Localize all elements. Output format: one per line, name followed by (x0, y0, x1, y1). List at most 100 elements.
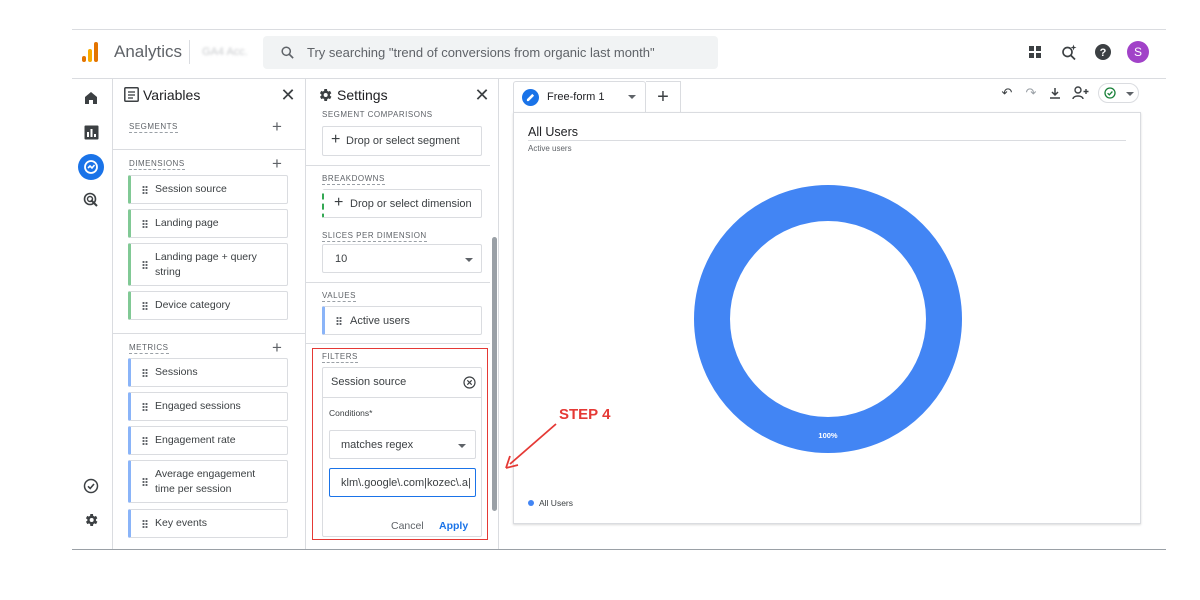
settings-gear-icon (319, 89, 332, 101)
variables-icon (124, 87, 139, 102)
status-check-dropdown[interactable] (1098, 83, 1139, 103)
drag-handle-icon[interactable] (142, 519, 148, 528)
account-selector[interactable]: GA4 Acc. (202, 46, 248, 58)
metric-chip[interactable]: Engagement rate (128, 426, 288, 455)
search-bar[interactable]: Try searching "trend of conversions from… (263, 36, 718, 69)
settings-title: Settings (337, 87, 388, 103)
download-icon[interactable] (1048, 86, 1062, 100)
step-annotation-label: STEP 4 (559, 406, 611, 423)
add-icon: + (331, 131, 341, 148)
header-divider (72, 78, 1166, 79)
chart-card: All Users Active users 100% All Users (513, 112, 1141, 524)
metric-chip[interactable]: Engaged sessions (128, 392, 288, 421)
segment-comparisons-clip: SEGMENT COMPARISONS (306, 108, 490, 118)
check-circle-icon (1104, 87, 1116, 99)
add-tab-button[interactable]: + (646, 81, 681, 113)
donut-slice[interactable] (694, 185, 962, 453)
pencil-icon (522, 89, 539, 106)
svg-text:?: ? (1100, 47, 1107, 59)
reports-icon[interactable] (80, 121, 102, 143)
title-separator (189, 40, 190, 64)
legend-swatch (528, 500, 534, 506)
settings-divider (498, 79, 499, 549)
dimension-label: Device category (155, 299, 231, 312)
admin-gear-icon[interactable] (80, 509, 102, 531)
tab-free-form-1[interactable]: Free-form 1 (513, 81, 646, 113)
dimension-chip[interactable]: Landing page (128, 209, 288, 238)
drag-handle-icon[interactable] (142, 301, 148, 310)
metric-label: Average engagement time per session (155, 468, 256, 495)
drag-handle-icon[interactable] (142, 368, 148, 377)
slices-select[interactable]: 10 (322, 244, 482, 273)
analytics-logo[interactable] (82, 40, 102, 62)
slices-value: 10 (335, 252, 348, 265)
metrics-label: METRICS (129, 343, 169, 354)
chart-legend: All Users (528, 498, 573, 508)
dimension-chip[interactable]: Device category (128, 291, 288, 320)
dimensions-divider (113, 333, 305, 334)
home-icon[interactable] (80, 87, 102, 109)
dimensions-label: DIMENSIONS (129, 159, 185, 170)
variables-divider (305, 79, 306, 549)
annotation-highlight-box (312, 348, 488, 540)
share-users-icon[interactable] (1071, 85, 1089, 101)
dimension-placeholder: Drop or select dimension (350, 197, 472, 210)
drag-handle-icon[interactable] (336, 316, 342, 325)
value-chip[interactable]: Active users (322, 306, 482, 335)
dimension-chip[interactable]: Session source (128, 175, 288, 204)
add-segment-icon[interactable]: + (272, 118, 282, 135)
metric-label: Sessions (155, 366, 198, 379)
segment-placeholder: Drop or select segment (346, 135, 460, 147)
advertising-icon[interactable] (80, 189, 102, 211)
add-dimension-icon[interactable]: + (272, 155, 282, 172)
undo-icon[interactable]: ↶ (1000, 85, 1014, 100)
dimension-chip[interactable]: Landing page + query string (128, 243, 288, 286)
dimension-drop-target[interactable]: + Drop or select dimension (322, 189, 482, 218)
apps-grid-icon[interactable] (1026, 43, 1044, 61)
legend-label: All Users (539, 498, 574, 508)
metric-chip[interactable]: Key events (128, 509, 288, 538)
breakdowns-label: BREAKDOWNS (322, 174, 385, 185)
settings-divider-3 (306, 343, 490, 344)
drag-handle-icon[interactable] (142, 402, 148, 411)
help-icon[interactable]: ? (1094, 43, 1112, 61)
drag-handle-icon[interactable] (142, 436, 148, 445)
account-avatar[interactable]: S (1127, 41, 1149, 63)
metric-chip[interactable]: Average engagement time per session (128, 460, 288, 503)
metric-chip[interactable]: Sessions (128, 358, 288, 387)
segments-divider (113, 149, 305, 150)
settings-scrollbar[interactable] (492, 237, 497, 511)
metric-label: Engagement rate (155, 434, 236, 447)
chevron-down-icon (1126, 92, 1134, 96)
add-metric-icon[interactable]: + (272, 339, 282, 356)
dimension-label: Landing page (155, 217, 219, 230)
slices-label: SLICES PER DIMENSION (322, 231, 427, 242)
dimension-label: Landing page + query string (155, 251, 257, 278)
metric-label: Key events (155, 517, 207, 530)
value-label: Active users (350, 314, 410, 327)
drag-handle-icon[interactable] (142, 477, 148, 486)
app-frame: Analytics GA4 Acc. Try searching "trend … (0, 0, 1200, 600)
tab-label: Free-form 1 (547, 91, 605, 103)
top-divider (72, 29, 1166, 30)
metric-label: Engaged sessions (155, 400, 241, 413)
drag-handle-icon[interactable] (142, 260, 148, 269)
search-insights-icon[interactable] (1059, 42, 1079, 62)
explore-icon[interactable] (78, 154, 104, 180)
drag-handle-icon[interactable] (142, 219, 148, 228)
donut-chart: 100% (694, 185, 962, 453)
annotation-arrow-icon (505, 423, 557, 469)
search-icon (281, 46, 294, 59)
chevron-down-icon (465, 258, 473, 262)
values-label: VALUES (322, 291, 356, 302)
tab-menu-chevron-icon[interactable] (628, 95, 636, 99)
slice-label: 100% (818, 431, 838, 440)
segment-drop-target[interactable]: + Drop or select segment (322, 126, 482, 156)
close-settings-icon[interactable]: ✕ (474, 85, 490, 105)
dimension-label: Session source (155, 183, 227, 196)
insights-check-icon[interactable] (80, 475, 102, 497)
drag-handle-icon[interactable] (142, 185, 148, 194)
redo-icon[interactable]: ↷ (1024, 85, 1038, 100)
close-variables-icon[interactable]: ✕ (280, 85, 296, 105)
search-input[interactable]: Try searching "trend of conversions from… (307, 45, 655, 60)
